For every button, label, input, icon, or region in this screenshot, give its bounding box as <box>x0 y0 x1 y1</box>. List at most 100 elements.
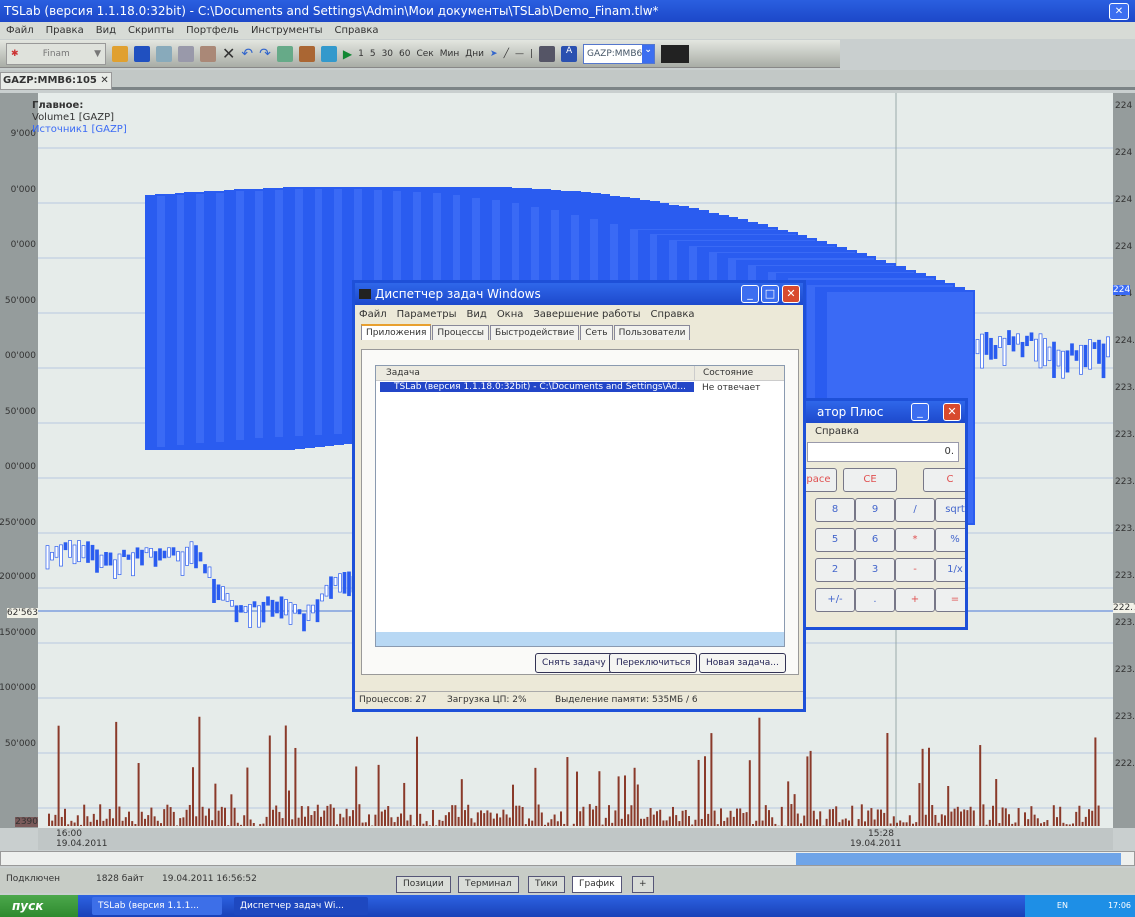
volume-bar <box>700 818 703 826</box>
taskbar-item-tslab[interactable]: TSLab (версия 1.1.1... <box>92 897 222 915</box>
minimize-button[interactable]: _ <box>911 403 929 421</box>
tab-performance[interactable]: Быстродействие <box>490 325 580 340</box>
add-tab-button[interactable]: + <box>632 876 654 893</box>
panel-icon[interactable] <box>539 45 556 62</box>
hline-tool-icon[interactable]: — <box>515 49 524 59</box>
delete-icon[interactable]: ✕ <box>222 44 235 63</box>
tab-ticks[interactable]: Тики <box>528 876 565 893</box>
candle <box>207 566 212 578</box>
menu-help[interactable]: Справка <box>793 423 965 440</box>
scrollbar-thumb[interactable] <box>796 853 1121 865</box>
tab-users[interactable]: Пользователи <box>613 325 691 340</box>
menu-file[interactable]: Файл <box>359 309 387 320</box>
maximize-button[interactable]: □ <box>761 285 779 303</box>
close-tab-icon[interactable]: ✕ <box>100 75 108 86</box>
interval-60[interactable]: 60 <box>399 49 410 59</box>
calc-key[interactable]: 8 <box>815 498 855 522</box>
close-button[interactable]: ✕ <box>1109 3 1129 20</box>
line-tool-icon[interactable]: ╱ <box>504 49 509 59</box>
copy-icon[interactable] <box>156 45 172 62</box>
menu-portfolio[interactable]: Портфель <box>186 25 239 36</box>
color-picker[interactable] <box>661 44 690 63</box>
menu-options[interactable]: Параметры <box>397 309 457 320</box>
diagram-icon[interactable] <box>320 45 337 62</box>
calc-key[interactable]: - <box>895 558 935 582</box>
tab-positions[interactable]: Позиции <box>396 876 451 893</box>
tab-applications[interactable]: Приложения <box>361 324 432 340</box>
tab-terminal[interactable]: Терминал <box>458 876 519 893</box>
save-icon[interactable] <box>134 45 150 62</box>
tab-chart[interactable]: График <box>572 876 622 893</box>
volume-bar <box>412 825 415 826</box>
interval-30[interactable]: 30 <box>382 49 393 59</box>
column-task[interactable]: Задача <box>386 368 420 378</box>
calc-key[interactable]: C <box>923 468 965 492</box>
menu-help[interactable]: Справка <box>650 309 694 320</box>
close-button[interactable]: ✕ <box>782 285 800 303</box>
calc-key[interactable]: 6 <box>855 528 895 552</box>
menu-scripts[interactable]: Скрипты <box>128 25 174 36</box>
open-icon[interactable] <box>112 45 128 62</box>
menu-file[interactable]: Файл <box>6 25 34 36</box>
menu-view[interactable]: Вид <box>467 309 487 320</box>
volume-bar <box>745 812 748 826</box>
task-list[interactable]: Задача Состояние TSLab (версия 1.1.18.0:… <box>375 365 785 647</box>
menu-edit[interactable]: Правка <box>46 25 84 36</box>
vline-tool-icon[interactable]: | <box>530 49 533 59</box>
paste-icon[interactable] <box>200 45 216 62</box>
calc-key[interactable]: 1/x <box>935 558 965 582</box>
broker-select[interactable]: ✱ Finam ▼ <box>6 42 106 65</box>
end-task-button[interactable]: Снять задачу <box>535 653 613 673</box>
new-task-button[interactable]: Новая задача... <box>699 653 786 673</box>
horizontal-scrollbar[interactable] <box>0 851 1135 866</box>
calc-key[interactable]: * <box>895 528 935 552</box>
unit-days[interactable]: Дни <box>465 49 484 59</box>
unit-sec[interactable]: Сек <box>416 49 433 59</box>
column-status[interactable]: Состояние <box>694 366 761 380</box>
play-icon[interactable]: ▶ <box>343 47 352 61</box>
list-item[interactable]: TSLab (версия 1.1.18.0:32bit) - C:\Docum… <box>376 381 784 396</box>
calc-key[interactable]: = <box>935 588 965 612</box>
script-icon[interactable] <box>276 45 293 62</box>
text-tool-icon[interactable]: A <box>561 45 578 62</box>
language-indicator[interactable]: EN <box>1057 901 1068 910</box>
calc-key[interactable]: +/- <box>815 588 855 612</box>
calc-key[interactable]: 5 <box>815 528 855 552</box>
switch-to-button[interactable]: Переключиться <box>609 653 698 673</box>
candle <box>270 599 275 617</box>
menu-view[interactable]: Вид <box>96 25 116 36</box>
undo-icon[interactable]: ↶ <box>241 46 253 62</box>
menu-help[interactable]: Справка <box>335 25 379 36</box>
calc-key[interactable]: % <box>935 528 965 552</box>
calc-key[interactable]: CE <box>843 468 897 492</box>
volume-bar <box>1065 824 1068 826</box>
cut-icon[interactable] <box>178 45 194 62</box>
close-button[interactable]: ✕ <box>943 403 961 421</box>
tab-network[interactable]: Сеть <box>580 325 613 340</box>
candle <box>311 604 315 614</box>
menu-tools[interactable]: Инструменты <box>251 25 323 36</box>
tab-processes[interactable]: Процессы <box>432 325 490 340</box>
calc-key[interactable]: 2 <box>815 558 855 582</box>
calc-key[interactable]: + <box>895 588 935 612</box>
horizontal-scrollbar[interactable] <box>376 632 784 646</box>
tab-gazp-chart[interactable]: GAZP:MMB6:105 ✕ <box>0 72 112 90</box>
volume-bar <box>1078 805 1081 826</box>
symbol-select[interactable]: GAZP:MMB6 ⌄ <box>583 43 656 64</box>
interval-1[interactable]: 1 <box>358 49 364 59</box>
calc-key[interactable]: . <box>855 588 895 612</box>
library-icon[interactable] <box>298 45 315 62</box>
start-button[interactable]: пуск <box>0 895 78 917</box>
minimize-button[interactable]: _ <box>741 285 759 303</box>
taskbar-item-taskmgr[interactable]: Диспетчер задач Wi... <box>234 897 368 915</box>
calc-key[interactable]: sqrt <box>935 498 965 522</box>
cursor-icon[interactable]: ➤ <box>490 49 498 59</box>
interval-5[interactable]: 5 <box>370 49 376 59</box>
calc-key[interactable]: 3 <box>855 558 895 582</box>
redo-icon[interactable]: ↷ <box>259 46 271 62</box>
menu-windows[interactable]: Окна <box>497 309 524 320</box>
calc-key[interactable]: / <box>895 498 935 522</box>
unit-min[interactable]: Мин <box>440 49 460 59</box>
menu-shutdown[interactable]: Завершение работы <box>533 309 640 320</box>
calc-key[interactable]: 9 <box>855 498 895 522</box>
